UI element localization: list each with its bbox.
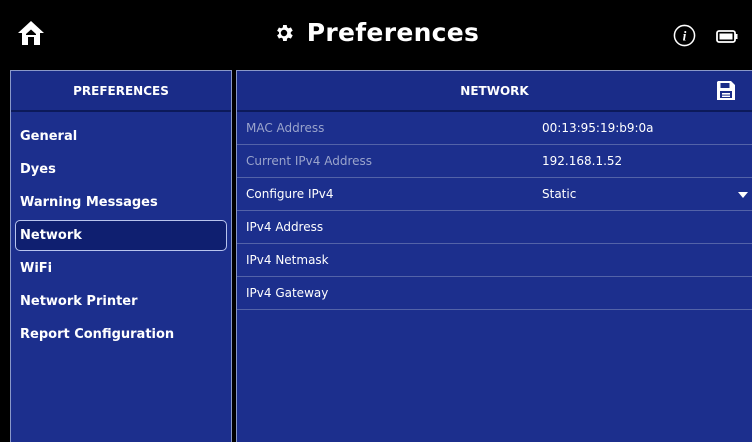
info-icon[interactable]: i <box>673 24 696 47</box>
network-header: NETWORK <box>237 71 752 112</box>
svg-text:i: i <box>683 28 687 43</box>
sidebar-title: PREFERENCES <box>11 71 231 112</box>
sidebar-item-warning-messages[interactable]: Warning Messages <box>11 186 231 219</box>
current-ipv4-label: Current IPv4 Address <box>246 154 372 168</box>
ipv4-address-label: IPv4 Address <box>246 220 324 234</box>
mac-address-value: 00:13:95:19:b9:0a <box>542 121 654 135</box>
chevron-down-icon[interactable] <box>738 192 748 198</box>
network-panel: NETWORK MAC Address 00:13:95:19:b9:0a Cu… <box>236 70 752 442</box>
mac-address-label: MAC Address <box>246 121 325 135</box>
sidebar-item-network-printer[interactable]: Network Printer <box>11 285 231 318</box>
configure-ipv4-value: Static <box>542 187 577 201</box>
title-area: Preferences <box>0 18 752 54</box>
ipv4-gateway-field[interactable]: IPv4 Gateway <box>237 277 752 310</box>
ipv4-netmask-field[interactable]: IPv4 Netmask <box>237 244 752 277</box>
battery-icon <box>716 30 738 43</box>
page-title: Preferences <box>306 18 480 47</box>
sidebar-item-general[interactable]: General <box>11 120 231 153</box>
ipv4-netmask-label: IPv4 Netmask <box>246 253 329 267</box>
current-ipv4-row: Current IPv4 Address 192.168.1.52 <box>237 145 752 178</box>
top-bar: Preferences i <box>0 0 752 68</box>
ipv4-gateway-label: IPv4 Gateway <box>246 286 329 300</box>
sidebar-item-report-configuration[interactable]: Report Configuration <box>11 318 231 351</box>
sidebar-item-network[interactable]: Network <box>15 220 227 251</box>
ipv4-address-field[interactable]: IPv4 Address <box>237 211 752 244</box>
sidebar-item-wifi[interactable]: WiFi <box>11 252 231 285</box>
configure-ipv4-label: Configure IPv4 <box>246 187 334 201</box>
mac-address-row: MAC Address 00:13:95:19:b9:0a <box>237 112 752 145</box>
sidebar-item-dyes[interactable]: Dyes <box>11 153 231 186</box>
current-ipv4-value: 192.168.1.52 <box>542 154 623 168</box>
gear-icon <box>276 24 293 41</box>
preferences-sidebar: PREFERENCES General Dyes Warning Message… <box>10 70 232 442</box>
panel-title: NETWORK <box>460 83 529 98</box>
sidebar-nav: General Dyes Warning Messages Network Wi… <box>11 112 231 351</box>
configure-ipv4-dropdown[interactable]: Configure IPv4 Static <box>237 178 752 211</box>
save-icon[interactable] <box>716 80 736 101</box>
